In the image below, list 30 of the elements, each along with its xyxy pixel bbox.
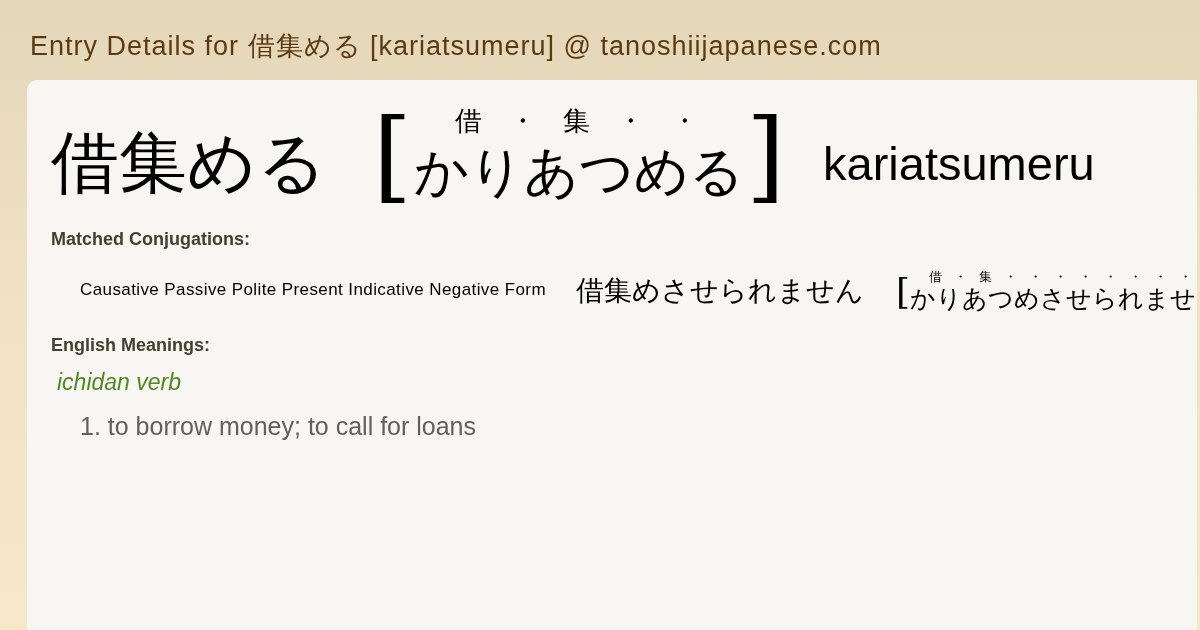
bracket: [: [373, 106, 412, 206]
kana-reading: かりあつめる: [414, 145, 744, 199]
furigana-mark: ・: [1128, 269, 1142, 283]
meaning-text: 1. to borrow money; to call for loans: [80, 414, 477, 439]
conjugated-word: 借集めさせられません: [575, 277, 864, 305]
furigana-mark: ・: [1178, 269, 1192, 283]
bracket: ]: [746, 106, 786, 206]
furigana-mark: 集: [562, 107, 590, 134]
bracket: [: [895, 274, 910, 310]
furigana-mark: ・: [1078, 269, 1092, 283]
furigana-mark: 借: [454, 107, 482, 134]
kana-reading: かりあつめさせられませ: [910, 285, 1196, 311]
furigana-mark: ・: [508, 107, 536, 134]
section-heading: Matched Conjugations:: [51, 230, 250, 248]
furigana-mark: ・: [1003, 269, 1017, 283]
furigana-mark: ・: [1028, 269, 1042, 283]
furigana-mark: ・: [670, 107, 698, 134]
furigana-mark: ・: [1053, 269, 1067, 283]
entry-word: 借集める: [51, 129, 327, 197]
furigana-mark: ・: [616, 107, 644, 134]
conjugation-form: Causative Passive Polite Present Indicative Negative Form: [80, 280, 546, 298]
furigana-mark: ・: [1153, 269, 1167, 283]
romaji-reading: kariatsumeru: [823, 139, 1095, 187]
page-title: Entry Details for 借集める [kariatsumeru] @ tanoshiijapanese.com: [30, 33, 882, 60]
section-heading: English Meanings:: [51, 336, 210, 354]
furigana-mark: ・: [1103, 269, 1117, 283]
furigana-mark: ・: [953, 269, 967, 283]
furigana-mark: 集: [978, 269, 992, 283]
furigana-mark: 借: [928, 269, 942, 283]
part-of-speech: ichidan verb: [57, 371, 182, 394]
